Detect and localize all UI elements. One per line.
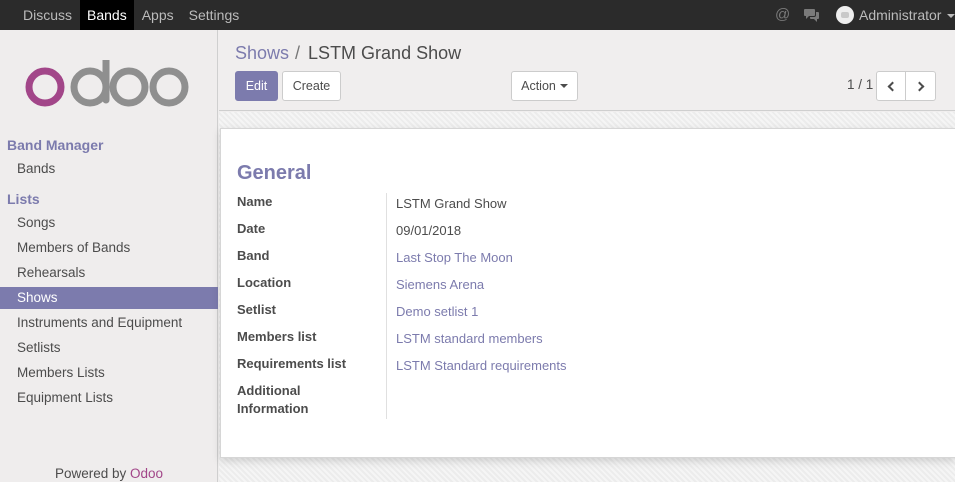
odoo-logo[interactable]: [24, 60, 194, 110]
edit-button[interactable]: Edit: [235, 71, 278, 101]
control-panel: Shows / LSTM Grand Show Edit Create Acti…: [219, 30, 955, 111]
pager-value[interactable]: 1 / 1: [847, 77, 873, 92]
pager-previous-button[interactable]: [876, 71, 906, 101]
chevron-left-icon: [887, 81, 898, 92]
breadcrumb-current: LSTM Grand Show: [308, 43, 462, 63]
field-label-additional-information: Additional Information: [237, 383, 309, 416]
sidebar-item-rehearsals[interactable]: Rehearsals: [0, 262, 218, 284]
breadcrumb: Shows / LSTM Grand Show: [235, 43, 461, 64]
sidebar-item-equipment-lists[interactable]: Equipment Lists: [0, 387, 218, 409]
field-label-band: Band: [237, 248, 270, 263]
caret-down-icon: [559, 84, 568, 88]
breadcrumb-separator: /: [295, 43, 301, 63]
section-band-manager: Band Manager: [7, 137, 104, 153]
field-value-date: 09/01/2018: [396, 223, 462, 238]
sidebar-item-instruments-and-equipment[interactable]: Instruments and Equipment: [0, 312, 218, 334]
top-navbar: Discuss Bands Apps Settings @ Administra…: [0, 0, 955, 30]
powered-by-label: Powered by: [54, 466, 127, 481]
action-label: Action: [521, 79, 556, 93]
field-value-name: LSTM Grand Show: [396, 196, 507, 211]
menu-apps[interactable]: Apps: [135, 0, 181, 30]
sidebar-item-members-lists[interactable]: Members Lists: [0, 362, 218, 384]
sidebar-item-setlists[interactable]: Setlists: [0, 337, 218, 359]
field-value-requirements-list[interactable]: LSTM Standard requirements: [396, 357, 567, 375]
field-label-setlist: Setlist: [237, 302, 277, 317]
menu-bands[interactable]: Bands: [80, 0, 134, 30]
app-menu: Discuss Bands Apps Settings: [16, 0, 247, 30]
group-title: General: [237, 162, 312, 184]
field-label-requirements-list: Requirements list: [237, 356, 347, 371]
field-label-members-list: Members list: [237, 329, 317, 344]
menu-discuss[interactable]: Discuss: [16, 0, 79, 30]
field-value-location[interactable]: Siemens Arena: [396, 276, 484, 294]
field-label-name: Name: [237, 194, 273, 209]
user-name: Administrator: [859, 7, 942, 23]
chevron-right-icon: [914, 81, 924, 92]
breadcrumb-parent[interactable]: Shows: [235, 43, 289, 64]
menu-settings[interactable]: Settings: [182, 0, 247, 30]
action-dropdown[interactable]: Action: [511, 71, 578, 101]
section-lists: Lists: [7, 191, 40, 207]
sidebar-item-shows[interactable]: Shows: [0, 287, 218, 309]
powered-by-link[interactable]: Odoo: [130, 466, 163, 481]
field-label-date: Date: [237, 221, 266, 236]
sidebar: Band Manager Bands Lists Songs Members o…: [0, 30, 218, 482]
sidebar-item-members-of-bands[interactable]: Members of Bands: [0, 237, 218, 259]
create-button[interactable]: Create: [282, 71, 341, 101]
form-sheet: General Name LSTM Grand Show Date 09/01/…: [220, 128, 955, 458]
sidebar-item-songs[interactable]: Songs: [0, 212, 218, 234]
field-label-location: Location: [237, 275, 292, 290]
pager-next-button[interactable]: [905, 71, 936, 101]
user-menu[interactable]: Administrator: [836, 0, 955, 30]
sidebar-item-bands[interactable]: Bands: [0, 158, 218, 180]
avatar: [836, 6, 854, 24]
field-value-members-list[interactable]: LSTM standard members: [396, 330, 543, 348]
powered-by: Powered by Odoo: [0, 466, 218, 481]
chat-icon[interactable]: [804, 8, 820, 22]
at-icon[interactable]: @: [775, 6, 790, 24]
caret-down-icon: [947, 14, 955, 18]
field-value-band[interactable]: Last Stop The Moon: [396, 249, 513, 267]
field-value-setlist[interactable]: Demo setlist 1: [396, 303, 478, 321]
field-divider: [386, 193, 387, 419]
